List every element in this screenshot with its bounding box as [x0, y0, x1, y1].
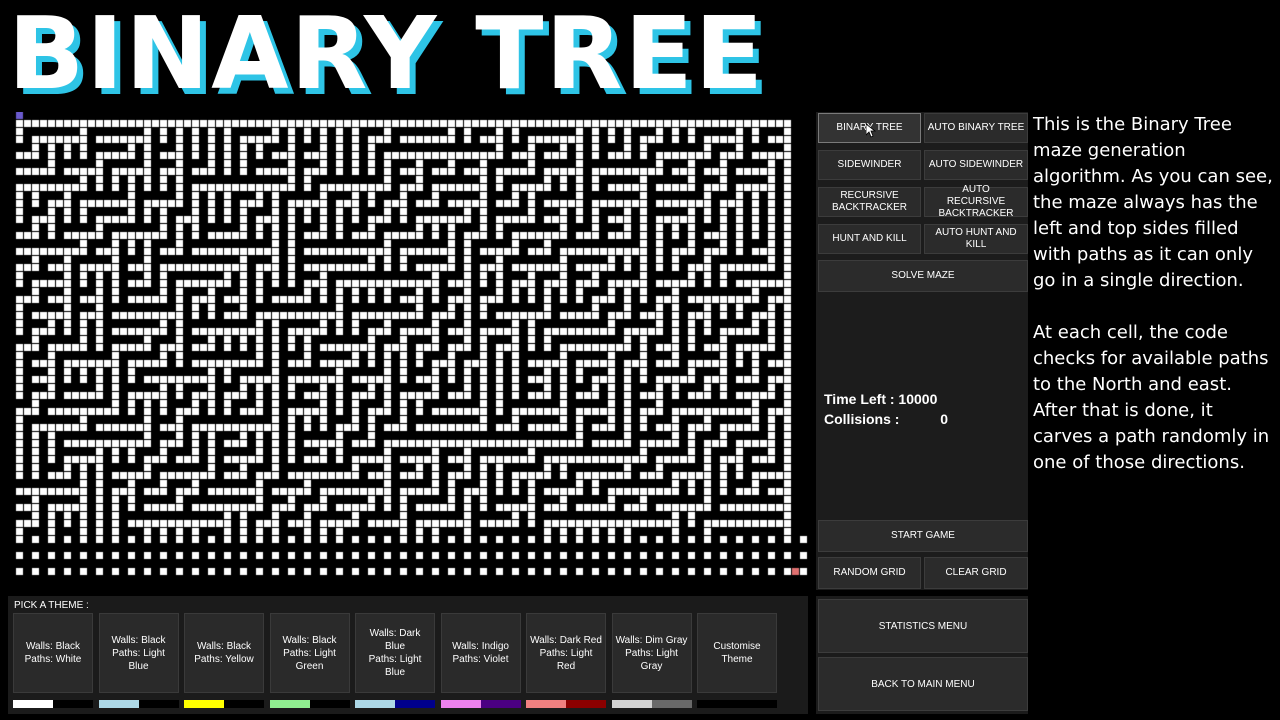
theme-card[interactable]: Walls: Indigo Paths: Violet	[440, 613, 521, 693]
theme-paths-text: Paths: Light Gray	[625, 647, 678, 672]
recursive-backtracker-button[interactable]: RECURSIVE BACKTRACKER	[818, 187, 921, 217]
auto-sidewinder-button[interactable]: AUTO SIDEWINDER	[924, 150, 1028, 180]
path-color-swatch	[526, 700, 566, 708]
theme-card-label: Walls: Indigo Paths: Violet	[452, 640, 509, 666]
start-game-button[interactable]: START GAME	[818, 520, 1028, 552]
theme-walls-text: Walls: Black	[196, 641, 252, 652]
collisions-value: 0	[940, 411, 948, 427]
auto-binary-tree-button[interactable]: AUTO BINARY TREE	[924, 113, 1028, 143]
theme-card[interactable]: Walls: Black Paths: Yellow	[184, 613, 264, 693]
time-left-label: Time Left :	[824, 391, 895, 407]
theme-card[interactable]: Walls: Black Paths: Light Blue	[98, 613, 179, 693]
wall-color-swatch	[566, 700, 606, 708]
time-left-value: 10000	[898, 391, 938, 407]
sidewinder-button[interactable]: SIDEWINDER	[818, 150, 921, 180]
theme-card-label: Walls: Dim Gray Paths: Light Gray	[616, 634, 688, 673]
wall-color-swatch	[138, 700, 179, 708]
path-color-swatch	[611, 700, 652, 708]
theme-paths-text: Paths: Light Blue	[368, 654, 422, 678]
theme-card[interactable]: Walls: Black Paths: Light Green	[269, 613, 350, 693]
maze-canvas[interactable]	[8, 112, 810, 590]
theme-paths-text: Paths: Violet	[452, 654, 509, 665]
path-color-swatch	[269, 700, 310, 708]
wall-color-swatch	[53, 700, 93, 708]
theme-walls-text: Walls: Black	[282, 634, 337, 646]
theme-card[interactable]: Walls: Dark Red Paths: Light Red	[526, 613, 606, 693]
theme-paths-text: Paths: White	[24, 654, 82, 665]
random-grid-button[interactable]: RANDOM GRID	[818, 557, 921, 589]
theme-paths-text: Paths: Yellow	[194, 654, 254, 665]
description-paragraph-1: This is the Binary Tree maze generation …	[1033, 114, 1273, 291]
theme-card[interactable]: Walls: Dim Gray Paths: Light Gray	[611, 613, 692, 693]
wall-color-swatch	[395, 700, 435, 708]
theme-walls-text: Walls: Black	[25, 641, 81, 652]
theme-card-label: Walls: Dark Blue Paths: Light Blue	[359, 627, 431, 679]
path-color-swatch	[98, 700, 139, 708]
theme-walls-text: Walls: Dim Gray	[615, 634, 688, 646]
path-color-swatch	[697, 700, 737, 708]
theme-walls-text: Customise	[713, 641, 761, 652]
description-paragraph-2: At each cell, the code checks for availa…	[1033, 322, 1270, 473]
theme-paths-text: Paths: Light Blue	[112, 647, 165, 672]
wall-color-swatch	[651, 700, 692, 708]
time-left-row: Time Left : 10000	[824, 391, 937, 407]
path-color-swatch	[440, 700, 481, 708]
collisions-label: Collisions :	[824, 411, 900, 427]
back-to-main-menu-button[interactable]: BACK TO MAIN MENU	[818, 657, 1028, 711]
theme-walls-text: Walls: Indigo	[452, 641, 509, 652]
theme-paths-text: Paths: Light Green	[283, 647, 336, 672]
theme-card-label: Walls: Dark Red Paths: Light Red	[530, 634, 602, 673]
theme-card-label: Walls: Black Paths: White	[25, 640, 82, 666]
auto-recursive-backtracker-button[interactable]: AUTO RECURSIVE BACKTRACKER	[924, 184, 1028, 219]
hunt-and-kill-button[interactable]: HUNT AND KILL	[818, 224, 921, 254]
path-color-swatch	[355, 700, 395, 708]
statistics-menu-button[interactable]: STATISTICS MENU	[818, 599, 1028, 653]
wall-color-swatch	[480, 700, 521, 708]
theme-card[interactable]: Walls: Black Paths: White	[13, 613, 93, 693]
theme-card-label: Customise Theme	[713, 640, 760, 666]
theme-paths-text: Paths: Light Red	[539, 647, 593, 672]
theme-walls-text: Walls: Dark Red	[530, 634, 602, 646]
auto-hunt-and-kill-button[interactable]: AUTO HUNT AND KILL	[924, 224, 1028, 254]
maze-grid[interactable]	[8, 112, 810, 590]
wall-color-swatch	[737, 700, 777, 708]
clear-grid-button[interactable]: CLEAR GRID	[924, 557, 1028, 589]
path-color-swatch	[13, 700, 53, 708]
page-title: BINARY TREE	[8, 0, 766, 112]
theme-walls-text: Walls: Dark Blue	[369, 628, 421, 652]
solve-maze-button[interactable]: SOLVE MAZE	[818, 260, 1028, 292]
theme-card[interactable]: Customise Theme	[697, 613, 777, 693]
description: This is the Binary Tree maze generation …	[1033, 112, 1273, 502]
theme-paths-text: Theme	[721, 654, 753, 665]
theme-card-label: Walls: Black Paths: Light Blue	[103, 634, 175, 673]
collisions-row: Collisions : 0	[824, 411, 948, 427]
wall-color-swatch	[309, 700, 350, 708]
theme-label: PICK A THEME :	[14, 600, 89, 611]
theme-card-label: Walls: Black Paths: Yellow	[194, 640, 254, 666]
theme-walls-text: Walls: Black	[111, 634, 166, 646]
theme-card-label: Walls: Black Paths: Light Green	[274, 634, 346, 673]
theme-card[interactable]: Walls: Dark Blue Paths: Light Blue	[355, 613, 435, 693]
path-color-swatch	[184, 700, 224, 708]
mouse-cursor-icon	[866, 124, 876, 138]
wall-color-swatch	[224, 700, 264, 708]
